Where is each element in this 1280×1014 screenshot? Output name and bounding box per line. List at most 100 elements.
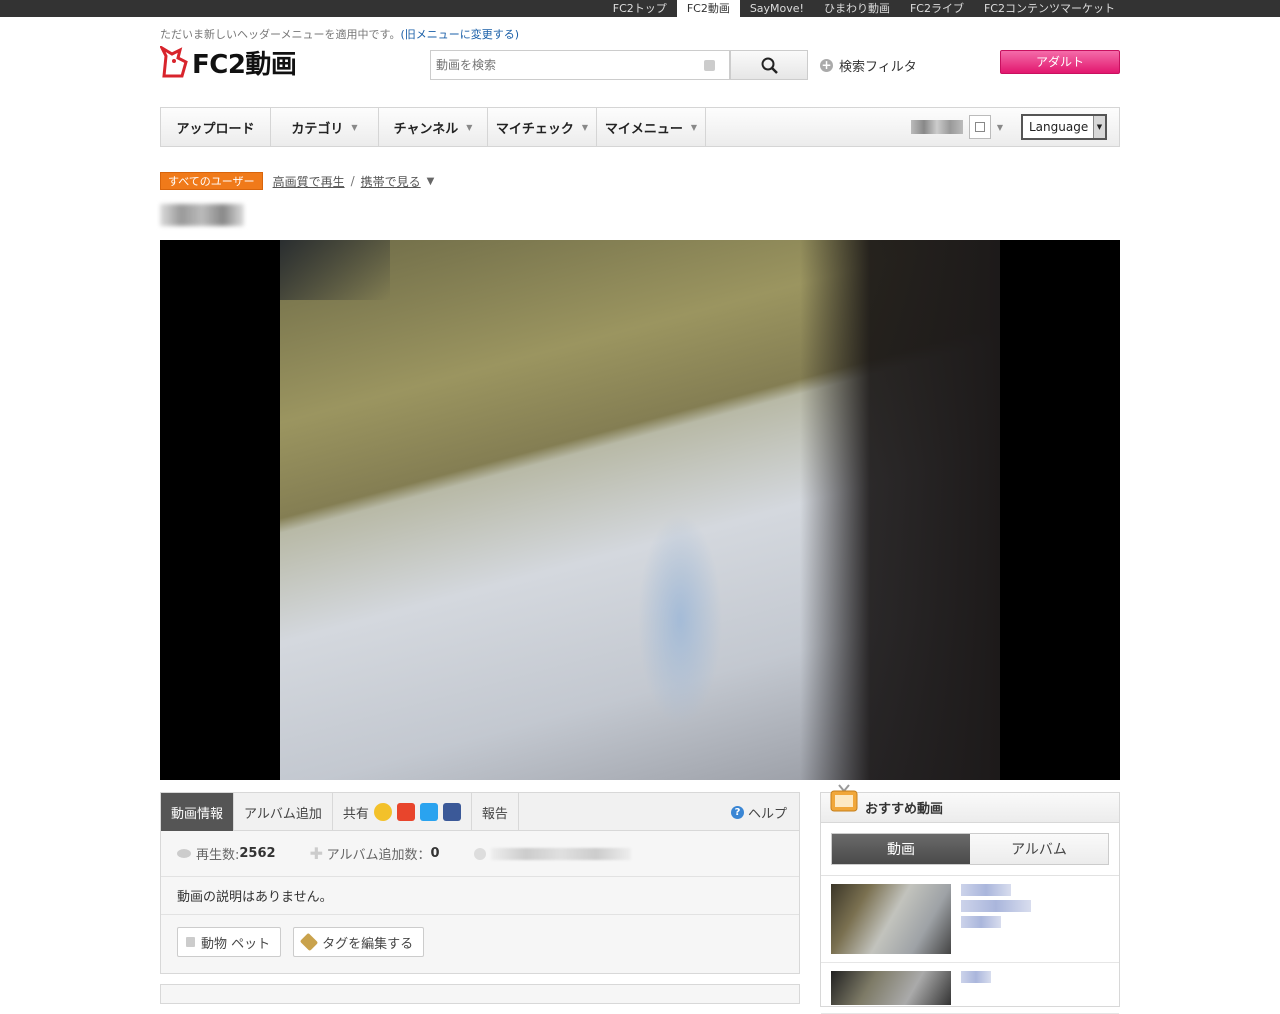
all-users-badge[interactable]: すべてのユーザー	[160, 172, 263, 190]
tab-videos[interactable]: 動画	[832, 834, 970, 864]
breadcrumb-separator: /	[350, 174, 355, 188]
dropdown-arrow-icon: ▼	[1093, 116, 1105, 138]
upload-date	[473, 847, 631, 860]
nav-item-category[interactable]: カテゴリ ▼	[271, 108, 379, 146]
video-description: 動画の説明はありません。	[161, 877, 799, 915]
nav-item-label: マイメニュー	[604, 121, 683, 137]
video-player[interactable]	[160, 240, 1120, 780]
lock-icon	[186, 937, 195, 947]
username-blurred[interactable]	[910, 120, 963, 134]
next-panel	[160, 984, 800, 1004]
tv-icon[interactable]	[968, 115, 991, 139]
play-count: 再生数: 2562	[177, 844, 276, 863]
nav-item-label: マイチェック	[495, 121, 574, 137]
search-input[interactable]	[431, 51, 691, 79]
dropdown-arrow-icon: ▼	[466, 122, 473, 132]
recommended-panel: おすすめ動画 動画 アルバム	[820, 784, 1120, 1014]
top-bar: FC2トップ FC2動画 SayMove! ひまわり動画 FC2ライブ FC2コ…	[0, 0, 1280, 18]
nav-right: ▼ Language ▼	[910, 108, 1119, 146]
hq-play-link[interactable]: 高画質で再生	[273, 173, 345, 190]
nav-item-label: アップロード	[176, 121, 255, 137]
search-button[interactable]	[730, 50, 808, 80]
play-count-label: 再生数:	[196, 848, 240, 863]
share-label: 共有	[342, 806, 369, 822]
recommended-header: おすすめ動画	[821, 784, 1119, 823]
clear-icon[interactable]	[704, 60, 715, 71]
search-filter-toggle[interactable]: + 検索フィルタ	[820, 56, 917, 75]
search-box	[430, 50, 730, 80]
tab-report[interactable]: 報告	[472, 793, 519, 831]
video-thumbnail[interactable]	[831, 884, 951, 954]
album-count-label: アルバム追加数：	[326, 848, 431, 863]
album-count-value: 0	[430, 846, 440, 861]
play-count-value: 2562	[239, 846, 276, 861]
tag-icon	[299, 932, 319, 952]
notice-text: ただいま新しいヘッダーメニューを適用中です。	[160, 28, 401, 41]
nav-item-upload[interactable]: アップロード	[161, 108, 271, 146]
search-filter-label: 検索フィルタ	[839, 60, 917, 75]
coin-icon[interactable]	[373, 803, 392, 821]
recommended-item[interactable]	[821, 876, 1119, 963]
more-arrow-icon[interactable]: ▼	[427, 176, 435, 187]
album-count: ✚ アルバム追加数： 0	[310, 844, 440, 863]
topbar-link-contents-market[interactable]: FC2コンテンツマーケット	[974, 0, 1125, 17]
eye-icon	[177, 849, 191, 858]
tab-albums[interactable]: アルバム	[970, 834, 1108, 864]
video-frame	[280, 240, 1000, 780]
nav-item-mycheck[interactable]: マイチェック ▼	[488, 108, 597, 146]
language-label: Language	[1029, 120, 1089, 134]
date-blurred	[490, 847, 631, 860]
facebook-icon[interactable]	[442, 803, 461, 821]
edit-tags-button[interactable]: タグを編集する	[293, 927, 425, 957]
video-info-panel: 動画情報 アルバム追加 共有 報告 ? ヘルプ 再生数: 2562 ✚ アルバム追…	[160, 792, 800, 974]
tab-share[interactable]: 共有	[333, 793, 472, 831]
help-link[interactable]: ? ヘルプ	[730, 793, 787, 831]
dropdown-arrow-icon[interactable]: ▼	[997, 123, 1003, 132]
old-menu-link[interactable]: (旧メニューに変更する)	[400, 28, 519, 41]
topbar-link-fc2top[interactable]: FC2トップ	[603, 0, 677, 17]
header-notice: ただいま新しいヘッダーメニューを適用中です。(旧メニューに変更する)	[160, 26, 519, 42]
tab-video-info[interactable]: 動画情報	[161, 793, 235, 831]
tag-list: 動物 ペット タグを編集する	[161, 915, 799, 957]
clock-icon	[473, 847, 486, 860]
main-nav: アップロード カテゴリ ▼ チャンネル ▼ マイチェック ▼ マイメニュー ▼ ▼ La…	[160, 107, 1120, 147]
topbar-link-fc2live[interactable]: FC2ライブ	[900, 0, 974, 17]
recommended-title: おすすめ動画	[865, 802, 944, 817]
tab-album-add[interactable]: アルバム追加	[234, 793, 333, 831]
mobile-view-link[interactable]: 携帯で見る	[361, 173, 421, 190]
language-select[interactable]: Language ▼	[1021, 114, 1107, 140]
breadcrumb: すべてのユーザー 高画質で再生 / 携帯で見る ▼	[160, 171, 434, 191]
topbar-link-saymove[interactable]: SayMove!	[740, 0, 814, 17]
video-title-blurred[interactable]	[961, 884, 1031, 954]
adult-button[interactable]: アダルト	[1000, 50, 1120, 74]
nav-item-label: チャンネル	[393, 121, 459, 137]
search-icon	[761, 57, 778, 74]
bird-share-icon[interactable]	[396, 803, 415, 821]
video-title-blurred	[160, 204, 244, 226]
dropdown-arrow-icon: ▼	[690, 122, 698, 132]
twitter-icon[interactable]	[419, 803, 438, 821]
nav-item-mymenu[interactable]: マイメニュー ▼	[597, 108, 706, 146]
plus-circle-icon: +	[820, 58, 833, 72]
recommended-item[interactable]	[821, 963, 1119, 1014]
topbar-links: FC2トップ FC2動画 SayMove! ひまわり動画 FC2ライブ FC2コ…	[603, 0, 1125, 18]
info-tabs: 動画情報 アルバム追加 共有 報告 ? ヘルプ	[161, 793, 799, 831]
topbar-link-himawari[interactable]: ひまわり動画	[814, 0, 900, 17]
tv-icon	[830, 784, 858, 812]
site-logo[interactable]: FC2動画	[158, 44, 297, 80]
nav-item-channel[interactable]: チャンネル ▼	[379, 108, 488, 146]
plus-icon: ✚	[309, 843, 323, 863]
dropdown-arrow-icon: ▼	[351, 122, 358, 132]
topbar-link-fc2douga[interactable]: FC2動画	[676, 0, 740, 18]
logo-text: FC2動画	[192, 49, 297, 80]
fc2-logo-icon	[158, 44, 190, 78]
video-stats: 再生数: 2562 ✚ アルバム追加数： 0	[161, 831, 799, 877]
tag-label: 動物 ペット	[201, 936, 271, 952]
nav-item-label: カテゴリ	[291, 121, 344, 137]
edit-tags-label: タグを編集する	[322, 936, 414, 952]
tag-animal-pet[interactable]: 動物 ペット	[177, 927, 282, 957]
recommended-tabs: 動画 アルバム	[831, 833, 1109, 865]
help-label: ヘルプ	[747, 806, 787, 822]
dropdown-arrow-icon: ▼	[581, 122, 589, 132]
help-icon: ?	[730, 805, 744, 819]
